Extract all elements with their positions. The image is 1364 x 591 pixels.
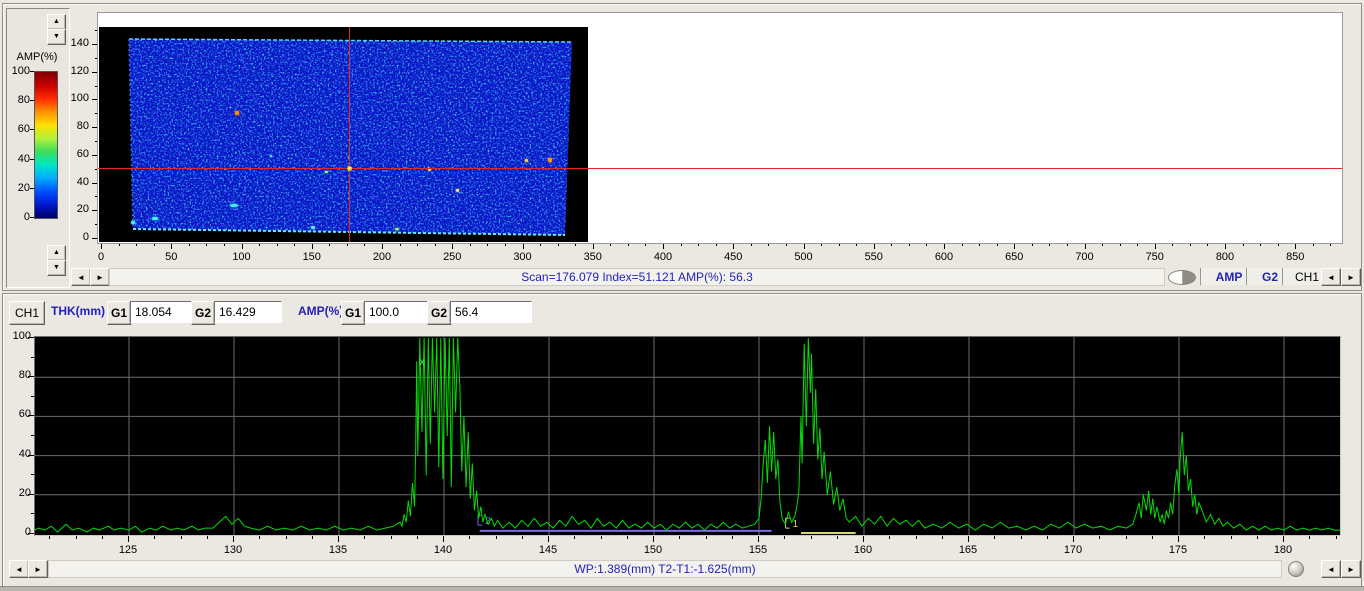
cscan-indications xyxy=(99,27,588,242)
cscan-x-tick-label: 650 xyxy=(994,251,1034,263)
ascan-x-tick-label: 130 xyxy=(213,544,253,556)
ascan-status-bar: ◄ ► WP:1.389(mm) T2-T1:-1.625(mm) ◄ ► xyxy=(3,560,1359,578)
cscan-pan-left-button[interactable]: ◄ xyxy=(1321,268,1341,286)
cscan-x-tick-label: 850 xyxy=(1275,251,1315,263)
left-arrow-icon: ◄ xyxy=(15,565,23,574)
cscan-indication-dot xyxy=(311,226,315,229)
ascan-x-tick-label: 140 xyxy=(423,544,463,556)
cscan-x-tick-label: 250 xyxy=(432,251,472,263)
cscan-x-tick-label: 200 xyxy=(362,251,402,263)
ascan-waveform-svg: 21x xyxy=(35,337,1340,535)
cscan-x-tick-label: 350 xyxy=(573,251,613,263)
ascan-x-tick-label: 150 xyxy=(633,544,673,556)
cscan-x-tick-label: 800 xyxy=(1205,251,1245,263)
ascan-x-tick-label: 125 xyxy=(108,544,148,556)
cscan-scrollbar-track[interactable]: Scan=176.079 Index=51.121 AMP(%): 56.3 xyxy=(109,268,1165,286)
cscan-x-tick-label: 400 xyxy=(643,251,683,263)
cscan-x-tick-label: 550 xyxy=(854,251,894,263)
right-arrow-icon: ► xyxy=(34,565,42,574)
ascan-x-tick-label: 165 xyxy=(948,544,988,556)
cscan-x-tick-label: 50 xyxy=(151,251,191,263)
cscan-x-tick-label: 450 xyxy=(713,251,753,263)
cscan-indication-dot xyxy=(525,159,528,162)
cscan-x-tick-label: 700 xyxy=(1065,251,1105,263)
cscan-x-tick-label: 300 xyxy=(503,251,543,263)
crosshair-vertical-line[interactable] xyxy=(349,27,350,242)
ascan-pan-left-button[interactable]: ◄ xyxy=(1321,560,1341,578)
ascan-plot-area[interactable]: 21x xyxy=(34,336,1341,536)
right-arrow-icon: ► xyxy=(1347,565,1355,574)
ascan-panel: CH1 THK(mm) G1 18.054 G2 16.429 AMP(%) G… xyxy=(2,293,1362,587)
cscan-indication-dot xyxy=(131,221,135,224)
cscan-x-tick-label: 750 xyxy=(1135,251,1175,263)
inspection-app-window: ▲ ▼ AMP(%) 100806040200 ▲ ▼ 020406080100… xyxy=(0,0,1364,591)
ascan-x-tick-label: 175 xyxy=(1158,544,1198,556)
left-arrow-icon: ◄ xyxy=(77,273,85,282)
cscan-cursor-readout: Scan=176.079 Index=51.121 AMP(%): 56.3 xyxy=(521,270,753,284)
window-footer xyxy=(0,586,1364,591)
cscan-indication-dot xyxy=(230,204,238,207)
cscan-image[interactable] xyxy=(99,27,588,242)
cscan-scroll-left-button[interactable]: ◄ xyxy=(71,268,91,286)
ascan-x-tick-label: 180 xyxy=(1263,544,1303,556)
svg-text:1: 1 xyxy=(793,519,799,530)
ascan-x-tick-label: 160 xyxy=(843,544,883,556)
cscan-x-tick-label: 100 xyxy=(222,251,262,263)
ascan-x-tick-label: 155 xyxy=(738,544,778,556)
ascan-scroll-right-button[interactable]: ► xyxy=(28,560,48,578)
cscan-x-tick-label: 500 xyxy=(784,251,824,263)
cscan-indication-dot xyxy=(456,189,459,192)
cscan-indication-dot xyxy=(270,155,272,157)
ascan-measurement-readout: WP:1.389(mm) T2-T1:-1.625(mm) xyxy=(574,562,755,576)
right-arrow-icon: ► xyxy=(96,273,104,282)
cscan-indication-dot xyxy=(235,111,239,115)
cscan-pan-right-button[interactable]: ► xyxy=(1341,268,1361,286)
ascan-scrollbar-track[interactable]: WP:1.389(mm) T2-T1:-1.625(mm) xyxy=(48,560,1282,578)
cscan-x-tick-label: 600 xyxy=(924,251,964,263)
ascan-pan-right-button[interactable]: ► xyxy=(1341,560,1361,578)
right-arrow-icon: ► xyxy=(1347,273,1355,282)
left-arrow-icon: ◄ xyxy=(1327,273,1335,282)
ascan-x-tick-label: 135 xyxy=(318,544,358,556)
ascan-x-tick-label: 170 xyxy=(1053,544,1093,556)
palette-toggle-icon[interactable] xyxy=(1168,270,1196,285)
cscan-indication-dot xyxy=(395,228,399,230)
cscan-indication-dot xyxy=(325,171,328,173)
cscan-x-tick-label: 0 xyxy=(81,251,121,263)
cscan-status-bar: ◄ ► Scan=176.079 Index=51.121 AMP(%): 56… xyxy=(3,268,1359,286)
ascan-x-tick-label: 145 xyxy=(528,544,568,556)
trackball-icon[interactable] xyxy=(1288,561,1304,577)
left-arrow-icon: ◄ xyxy=(1327,565,1335,574)
cscan-plot-area[interactable] xyxy=(97,12,1343,244)
svg-text:x: x xyxy=(420,357,425,367)
ascan-scroll-left-button[interactable]: ◄ xyxy=(9,560,29,578)
cscan-indication-dot xyxy=(548,158,552,162)
cscan-x-tick-label: 150 xyxy=(292,251,332,263)
cscan-scroll-right-button[interactable]: ► xyxy=(90,268,110,286)
crosshair-horizontal-line[interactable] xyxy=(98,168,1342,169)
cscan-indication-dot xyxy=(152,217,158,220)
cscan-panel: ▲ ▼ AMP(%) 100806040200 ▲ ▼ 020406080100… xyxy=(2,3,1362,291)
